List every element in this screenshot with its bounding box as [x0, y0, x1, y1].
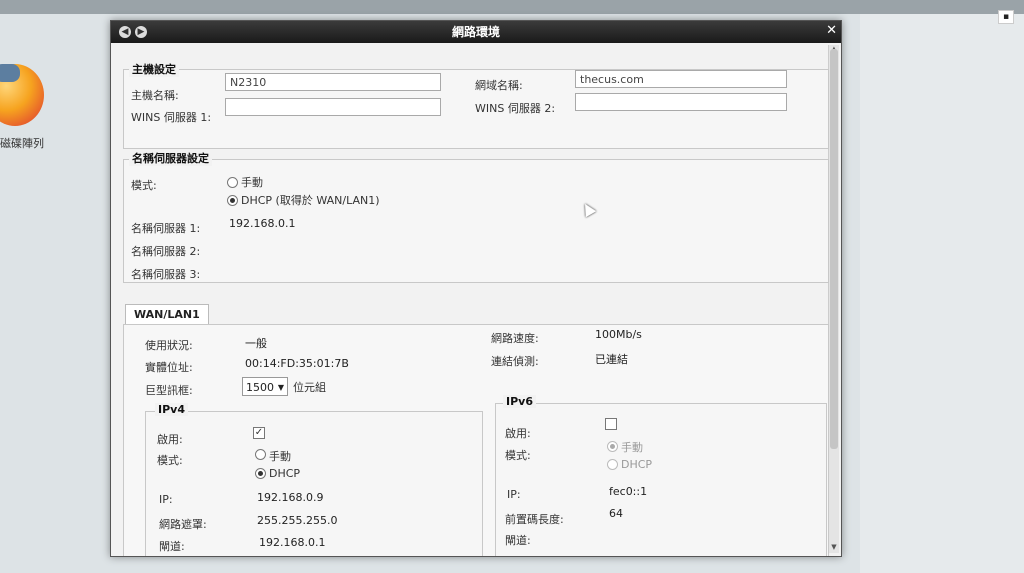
- wins1-label: WINS 伺服器 1:: [131, 111, 212, 124]
- forward-icon[interactable]: ▶: [135, 26, 147, 38]
- ipv6-mode-label: 模式:: [505, 449, 531, 462]
- dns2-label: 名稱伺服器 2:: [131, 245, 201, 258]
- ipv4-manual-label[interactable]: 手動: [269, 448, 291, 464]
- dns-dhcp-radio[interactable]: [227, 195, 238, 206]
- ipv4-gateway-value: 192.168.0.1: [259, 536, 326, 549]
- hostname-input[interactable]: N2310: [225, 73, 441, 91]
- ipv4-manual-radio[interactable]: [255, 449, 266, 460]
- link-detect-value: 已連結: [595, 353, 628, 366]
- desktop-background: [860, 14, 1024, 573]
- ipv4-mode-label: 模式:: [157, 454, 183, 467]
- ipv4-ip-value: 192.168.0.9: [257, 491, 324, 504]
- raid-app-label[interactable]: 磁碟陣列: [0, 135, 44, 151]
- ipv6-enable-checkbox[interactable]: [605, 418, 617, 430]
- dialog-titlebar[interactable]: 網路環境: [111, 21, 841, 43]
- usage-label: 使用狀況:: [145, 339, 193, 352]
- wins1-input[interactable]: [225, 98, 441, 116]
- usage-value: 一般: [245, 337, 267, 350]
- ipv4-gateway-label: 閘道:: [159, 540, 185, 553]
- raid-app-icon-top: [0, 64, 20, 82]
- domain-label: 網域名稱:: [475, 79, 523, 92]
- dns-mode-label: 模式:: [131, 179, 157, 192]
- link-detect-label: 連結偵測:: [491, 355, 539, 368]
- jumbo-frame-select[interactable]: 1500 ▼: [242, 377, 288, 396]
- speed-value: 100Mb/s: [595, 328, 642, 341]
- dns-settings-legend: 名稱伺服器設定: [129, 150, 212, 166]
- dns1-value: 192.168.0.1: [229, 217, 296, 230]
- ipv6-dhcp-radio[interactable]: [607, 459, 618, 470]
- jumbo-frame-value: 1500: [246, 381, 274, 394]
- tab-wan-lan1[interactable]: WAN/LAN1: [125, 304, 209, 325]
- dns-manual-radio[interactable]: [227, 177, 238, 188]
- dns3-label: 名稱伺服器 3:: [131, 268, 201, 281]
- ipv4-enable-checkbox[interactable]: ✓: [253, 427, 265, 439]
- ipv6-enable-label: 啟用:: [505, 427, 531, 440]
- dialog-title: 網路環境: [451, 25, 500, 39]
- mac-label: 實體位址:: [145, 361, 193, 374]
- notification-icon[interactable]: ▪: [998, 10, 1014, 24]
- wins2-input[interactable]: [575, 93, 787, 111]
- ipv4-ip-label: IP:: [159, 493, 173, 506]
- dns-manual-label[interactable]: 手動: [241, 174, 263, 190]
- ipv6-legend: IPv6: [503, 395, 536, 408]
- scroll-thumb[interactable]: [830, 49, 838, 449]
- ipv4-netmask-value: 255.255.255.0: [257, 514, 338, 527]
- mac-value: 00:14:FD:35:01:7B: [245, 357, 349, 370]
- ipv6-manual-label[interactable]: 手動: [621, 439, 643, 455]
- ipv6-dhcp-label[interactable]: DHCP: [621, 458, 652, 471]
- ipv4-dhcp-label[interactable]: DHCP: [269, 467, 300, 480]
- host-settings-legend: 主機設定: [129, 61, 179, 77]
- wins2-label: WINS 伺服器 2:: [475, 102, 556, 115]
- ipv4-dhcp-radio[interactable]: [255, 468, 266, 479]
- network-settings-dialog: 網路環境 ◀ ▶ ✕ ▲ ▼ 主機設定 主機名稱: N2310 WINS 伺服器…: [110, 20, 842, 557]
- ipv6-manual-radio[interactable]: [607, 441, 618, 452]
- speed-label: 網路速度:: [491, 332, 539, 345]
- domain-input[interactable]: thecus.com: [575, 70, 787, 88]
- back-icon[interactable]: ◀: [119, 26, 131, 38]
- scroll-down-icon[interactable]: ▼: [829, 543, 839, 553]
- dns1-label: 名稱伺服器 1:: [131, 222, 201, 235]
- hostname-label: 主機名稱:: [131, 89, 179, 102]
- ipv4-legend: IPv4: [155, 403, 188, 416]
- jumbo-frame-label: 巨型訊框:: [145, 384, 193, 397]
- vertical-scrollbar[interactable]: ▲ ▼: [828, 45, 839, 553]
- ipv4-enable-label: 啟用:: [157, 433, 183, 446]
- jumbo-frame-unit: 位元組: [293, 381, 326, 394]
- close-icon[interactable]: ✕: [826, 23, 837, 38]
- ipv6-ip-label: IP:: [507, 488, 521, 501]
- ipv6-gateway-label: 閘道:: [505, 534, 531, 547]
- ipv6-ip-value: fec0::1: [609, 485, 648, 498]
- dns-dhcp-label[interactable]: DHCP (取得於 WAN/LAN1): [241, 192, 380, 208]
- chevron-down-icon[interactable]: ▼: [278, 378, 284, 397]
- ipv6-prefix-label: 前置碼長度:: [505, 513, 564, 526]
- desktop-top-bar: [0, 0, 1024, 14]
- ipv6-group: [495, 403, 827, 556]
- ipv6-prefix-value: 64: [609, 507, 623, 520]
- ipv4-netmask-label: 網路遮罩:: [159, 518, 207, 531]
